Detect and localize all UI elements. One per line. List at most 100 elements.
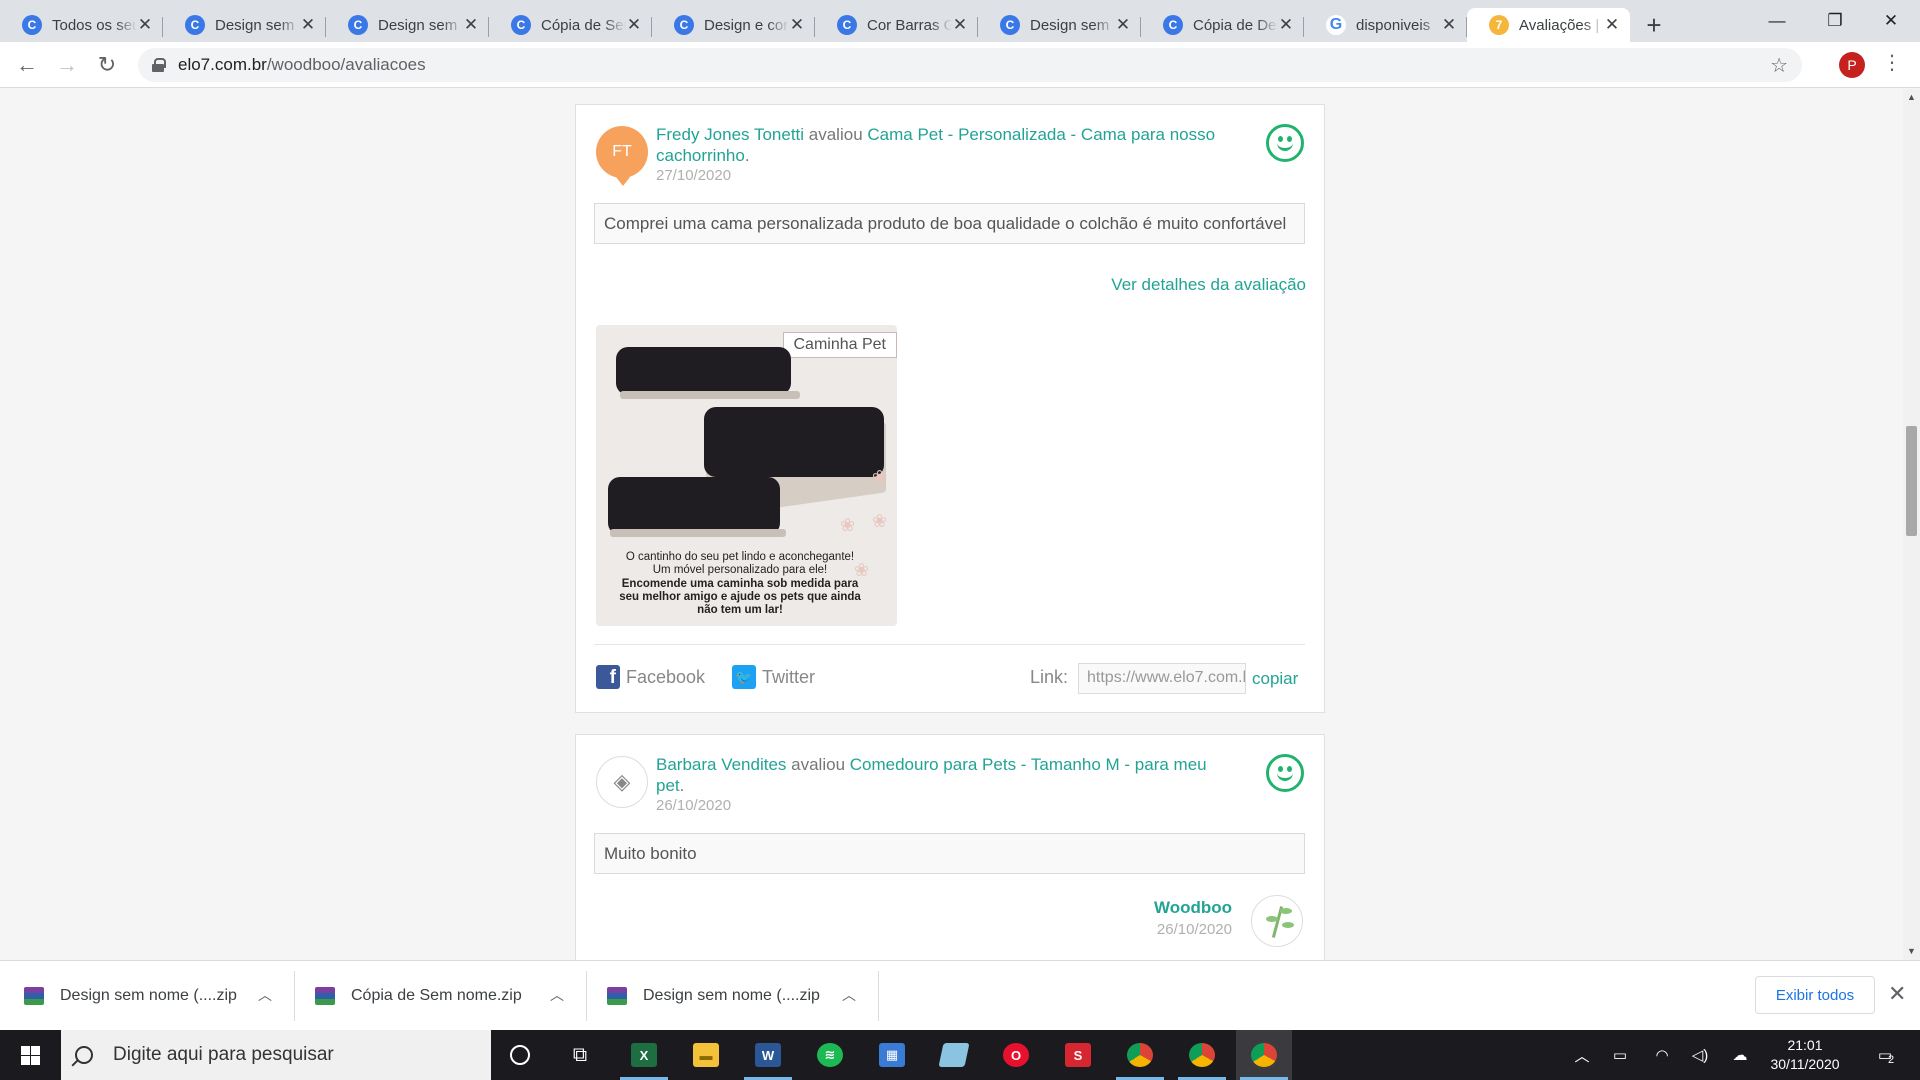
browser-tab[interactable]: 7 Avaliações | Woodboo✕ <box>1467 8 1630 42</box>
browser-tab[interactable]: C Design e cores✕ <box>652 8 815 42</box>
browser-tab[interactable]: C Cópia de Design✕ <box>1141 8 1304 42</box>
start-button[interactable] <box>0 1030 60 1080</box>
copy-link-button[interactable]: copiar <box>1252 669 1298 689</box>
browser-tab[interactable]: C Design sem nome✕ <box>163 8 326 42</box>
show-all-downloads-button[interactable]: Exibir todos <box>1755 976 1875 1014</box>
review-photo[interactable]: Caminha Pet ❀ ❀ ❀ ❀ O cantinho do seu pe… <box>596 325 897 626</box>
task-view-button[interactable]: ⧉ <box>552 1030 608 1080</box>
canva-favicon-icon: C <box>348 15 368 35</box>
url-text: elo7.com.br/woodboo/avaliacoes <box>178 55 426 74</box>
pet-bed-image <box>608 477 780 535</box>
browser-tab[interactable]: C Design sem nome✕ <box>978 8 1141 42</box>
taskbar-clock[interactable]: 21:01 30/11/2020 <box>1760 1036 1850 1074</box>
tab-close-icon[interactable]: ✕ <box>1441 15 1457 35</box>
spotify-icon: ≋ <box>817 1043 843 1067</box>
browser-menu-icon[interactable]: ⋮ <box>1882 50 1902 75</box>
excel-icon: X <box>631 1043 657 1067</box>
taskbar-calculator[interactable]: ▦ <box>864 1030 920 1080</box>
review-date: 27/10/2020 <box>656 167 732 184</box>
taskbar-excel[interactable]: X <box>616 1030 672 1080</box>
scroll-down-icon[interactable]: ▼ <box>1903 943 1920 960</box>
tray-expand-icon[interactable]: ︿ <box>1568 1030 1596 1080</box>
tab-close-icon[interactable]: ✕ <box>137 15 153 35</box>
tab-title: Design sem nome <box>378 16 463 34</box>
seller-reply-date: 26/10/2020 <box>1156 921 1232 938</box>
download-item[interactable]: Cópia de Sem nome.zip <box>315 961 522 1031</box>
photo-caption: Um móvel personalizado para ele! <box>652 564 828 576</box>
notifications-icon[interactable]: ▭ 2 <box>1866 1030 1906 1080</box>
taskbar-chrome[interactable] <box>1174 1030 1230 1080</box>
taskbar-app[interactable]: S <box>1050 1030 1106 1080</box>
canva-favicon-icon: C <box>1000 15 1020 35</box>
back-button[interactable]: ← <box>12 50 42 80</box>
seller-reply-name[interactable]: Woodboo <box>1154 898 1232 918</box>
taskbar-word[interactable]: W <box>740 1030 796 1080</box>
taskbar-chrome-active[interactable] <box>1236 1030 1292 1080</box>
twitter-share-button[interactable]: 🐦 Twitter <box>732 665 815 689</box>
reload-button[interactable]: ↻ <box>92 50 122 80</box>
battery-icon[interactable]: ▭ <box>1606 1030 1634 1080</box>
browser-tab[interactable]: C Design sem nome✕ <box>326 8 489 42</box>
tab-close-icon[interactable]: ✕ <box>1604 15 1620 35</box>
reviewer-name-link[interactable]: Barbara Vendites <box>656 755 786 774</box>
opera-icon: O <box>1003 1043 1029 1067</box>
chevron-up-icon[interactable]: ︿ <box>258 985 272 1005</box>
page-scrollbar[interactable]: ▲ ▼ <box>1903 89 1920 960</box>
close-downloads-icon[interactable]: ✕ <box>1888 981 1906 1007</box>
zip-file-icon <box>315 987 335 1005</box>
bookmark-star-icon[interactable]: ☆ <box>1770 53 1788 78</box>
review-card: FT Fredy Jones Tonetti avaliou Cama Pet … <box>575 104 1325 713</box>
tab-title: Design e cores <box>704 16 789 34</box>
photo-caption: O cantinho do seu pet lindo e aconchegan… <box>625 551 855 563</box>
forward-button[interactable]: → <box>52 50 82 80</box>
restore-button[interactable]: ❐ <box>1806 0 1864 42</box>
wifi-icon[interactable]: ◠ <box>1648 1030 1676 1080</box>
zip-file-icon <box>24 987 44 1005</box>
profile-avatar[interactable]: P <box>1839 52 1865 78</box>
new-tab-button[interactable]: + <box>1636 8 1672 42</box>
tab-close-icon[interactable]: ✕ <box>300 15 316 35</box>
onedrive-icon[interactable]: ☁ <box>1726 1030 1754 1080</box>
tab-close-icon[interactable]: ✕ <box>952 15 968 35</box>
review-headline: Barbara Vendites avaliou Comedouro para … <box>656 755 1207 795</box>
address-bar[interactable]: elo7.com.br/woodboo/avaliacoes ☆ <box>138 48 1802 82</box>
browser-tab[interactable]: C Todos os seus designs✕ <box>0 8 163 42</box>
canva-favicon-icon: C <box>674 15 694 35</box>
taskbar-opera[interactable]: O <box>988 1030 1044 1080</box>
tab-title: Todos os seus designs <box>52 16 137 34</box>
tab-close-icon[interactable]: ✕ <box>1115 15 1131 35</box>
browser-tab[interactable]: C Cor Barras Grandes✕ <box>815 8 978 42</box>
twitter-icon: 🐦 <box>732 665 756 689</box>
minimize-button[interactable]: — <box>1748 0 1806 42</box>
positive-rating-icon <box>1266 754 1304 792</box>
browser-tab[interactable]: Gdisponiveis ✕ <box>1304 8 1467 42</box>
chevron-up-icon[interactable]: ︿ <box>550 985 564 1005</box>
download-item[interactable]: Design sem nome (....zip <box>24 961 237 1031</box>
page-viewport: FT Fredy Jones Tonetti avaliou Cama Pet … <box>0 89 1903 960</box>
taskbar-search-box[interactable]: Digite aqui para pesquisar <box>61 1030 491 1080</box>
tab-close-icon[interactable]: ✕ <box>1278 15 1294 35</box>
review-comment: Comprei uma cama personalizada produto d… <box>594 203 1305 244</box>
browser-tab[interactable]: C Cópia de Sem nome✕ <box>489 8 652 42</box>
download-item[interactable]: Design sem nome (....zip <box>607 961 820 1031</box>
reviewer-name-link[interactable]: Fredy Jones Tonetti <box>656 125 804 144</box>
chevron-up-icon[interactable]: ︿ <box>842 985 856 1005</box>
facebook-icon: f <box>596 665 620 689</box>
taskbar-sticky-notes[interactable] <box>926 1030 982 1080</box>
downloads-bar: Design sem nome (....zip ︿ Cópia de Sem … <box>0 960 1920 1030</box>
close-window-button[interactable]: ✕ <box>1862 0 1920 42</box>
tab-close-icon[interactable]: ✕ <box>626 15 642 35</box>
facebook-share-button[interactable]: f Facebook <box>596 665 705 689</box>
cortana-button[interactable] <box>492 1030 548 1080</box>
tab-close-icon[interactable]: ✕ <box>463 15 479 35</box>
review-details-link[interactable]: Ver detalhes da avaliação <box>1111 275 1306 295</box>
tab-close-icon[interactable]: ✕ <box>789 15 805 35</box>
scroll-up-icon[interactable]: ▲ <box>1903 89 1920 106</box>
taskbar-chrome[interactable] <box>1112 1030 1168 1080</box>
taskbar-spotify[interactable]: ≋ <box>802 1030 858 1080</box>
volume-icon[interactable]: ◁) <box>1686 1030 1714 1080</box>
pet-bed-image <box>704 407 884 477</box>
scrollbar-thumb[interactable] <box>1906 426 1917 536</box>
taskbar-file-explorer[interactable]: ▬ <box>678 1030 734 1080</box>
share-link-field[interactable]: https://www.elo7.com.br/woodboo <box>1078 663 1246 694</box>
